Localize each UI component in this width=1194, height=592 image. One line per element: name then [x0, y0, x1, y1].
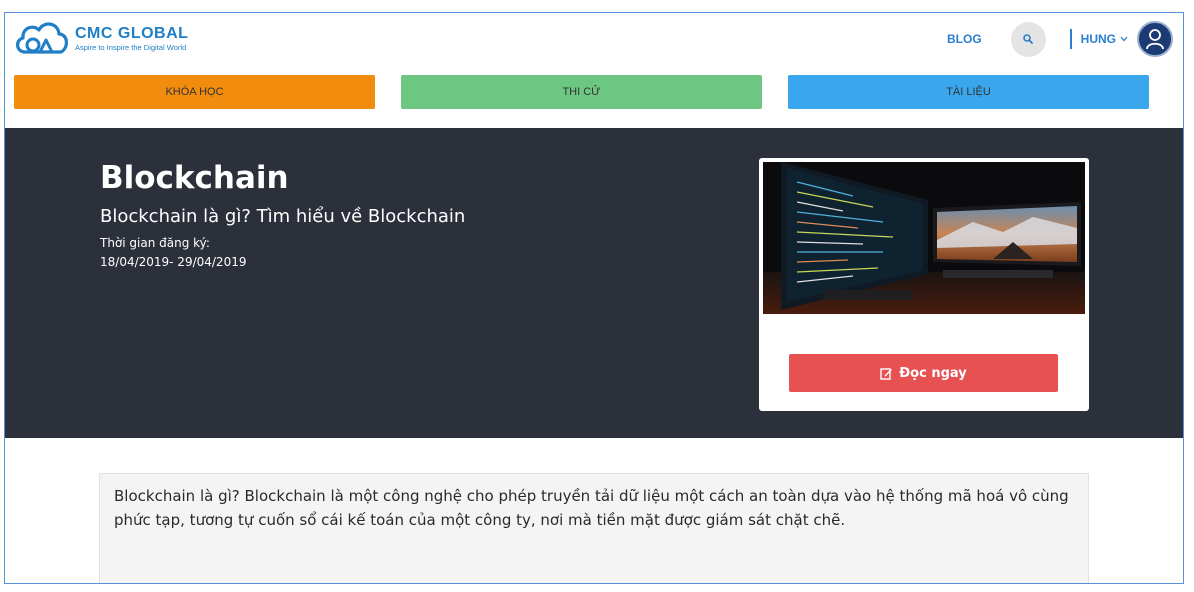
header-nav: BLOG HUNG [947, 21, 1173, 57]
course-description-text: Blockchain là gì? Blockchain là một công… [114, 487, 1069, 529]
tab-khoa-hoc-label: KHÓA HỌC [165, 86, 224, 98]
edit-icon [880, 367, 893, 380]
cloud-logo-icon [16, 22, 68, 54]
user-avatar[interactable] [1137, 21, 1173, 57]
course-cover-image [763, 162, 1085, 314]
brand-tagline: Aspire to Inspire the Digital World [75, 43, 187, 52]
user-menu-toggle[interactable]: HUNG [1081, 32, 1128, 46]
tab-thi-cu[interactable]: THI CỬ [401, 75, 762, 109]
read-now-button[interactable]: Đọc ngay [789, 354, 1058, 392]
course-title: Blockchain [100, 160, 289, 196]
blog-link[interactable]: BLOG [947, 32, 982, 46]
tab-khoa-hoc[interactable]: KHÓA HỌC [14, 75, 375, 109]
search-icon [1023, 34, 1034, 44]
course-subtitle: Blockchain là gì? Tìm hiểu về Blockchain [100, 206, 466, 227]
course-hero: Blockchain Blockchain là gì? Tìm hiểu về… [5, 128, 1183, 438]
chevron-down-icon [1120, 36, 1128, 42]
search-button[interactable] [1010, 21, 1046, 57]
user-name-label: HUNG [1080, 32, 1116, 46]
brand-logo[interactable]: CMC GLOBAL Aspire to Inspire the Digital… [13, 18, 188, 60]
tab-thi-cu-label: THI CỬ [562, 86, 601, 98]
course-description: Blockchain là gì? Blockchain là một công… [99, 473, 1089, 583]
tab-tai-lieu-label: TÀI LIỆU [946, 86, 991, 98]
registration-dates: 18/04/2019- 29/04/2019 [100, 255, 247, 269]
registration-label: Thời gian đăng ký: [100, 236, 210, 250]
course-card: Đọc ngay [759, 158, 1089, 411]
browser-frame: CMC GLOBAL Aspire to Inspire the Digital… [4, 12, 1184, 584]
read-now-label: Đọc ngay [899, 365, 967, 381]
site-header: CMC GLOBAL Aspire to Inspire the Digital… [5, 13, 1183, 128]
user-separator [1069, 29, 1072, 49]
user-avatar-icon [1146, 29, 1164, 50]
brand-name: CMC GLOBAL [75, 25, 189, 42]
tab-tai-lieu[interactable]: TÀI LIỆU [788, 75, 1149, 109]
